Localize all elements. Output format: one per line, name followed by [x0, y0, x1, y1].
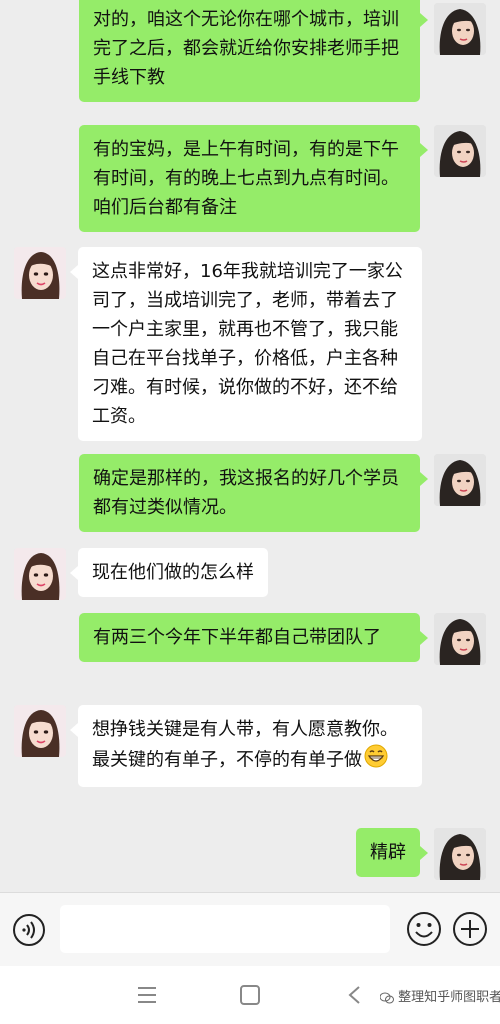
voice-button[interactable]: [12, 913, 46, 947]
avatar-woman-dark-hair-icon: [434, 828, 486, 880]
chat-area[interactable]: 对的，咱这个无论你在哪个城市，培训完了之后，都会就近给你安排老师手把手线下教 有…: [0, 0, 500, 892]
system-nav-bar: 整理知乎师图职者: [0, 966, 500, 1024]
avatar-self[interactable]: [434, 454, 486, 506]
message-bubble-self[interactable]: 有的宝妈，是上午有时间，有的是下午有时间，有的晚上七点到九点有时间。咱们后台都有…: [79, 125, 428, 232]
back-icon: [348, 986, 360, 1004]
menu-icon: [138, 987, 156, 1003]
plus-icon: [453, 912, 487, 946]
watermark-text: 整理知乎师图职者: [398, 990, 500, 1005]
voice-icon: [13, 914, 45, 946]
emoji-button[interactable]: [406, 911, 442, 947]
smiley-icon: [407, 912, 441, 946]
grin-emoji-icon: [364, 744, 388, 777]
message-bubble-other[interactable]: 这点非常好，16年我就培训完了一家公司了，当成培训完了，老师，带着去了一个户主家…: [70, 247, 422, 441]
recents-button[interactable]: [134, 984, 160, 1006]
back-button[interactable]: [344, 984, 364, 1006]
avatar-girl-icon: [14, 247, 66, 299]
avatar-girl-icon: [14, 705, 66, 757]
message-bubble-other[interactable]: 想挣钱关键是有人带，有人愿意教你。最关键的有单子，不停的有单子做: [70, 705, 422, 787]
message-text: 确定是那样的，我这报名的好几个学员都有过类似情况。: [93, 468, 399, 518]
home-icon: [240, 985, 260, 1005]
message-bubble-other[interactable]: 现在他们做的怎么样: [70, 548, 268, 597]
wechat-logo-icon: [379, 992, 394, 1003]
more-button[interactable]: [452, 911, 488, 947]
message-text: 想挣钱关键是有人带，有人愿意教你。最关键的有单子，不停的有单子做: [92, 719, 398, 771]
avatar-girl-icon: [14, 548, 66, 600]
avatar-woman-dark-hair-icon: [434, 125, 486, 177]
message-text: 现在他们做的怎么样: [92, 562, 254, 583]
avatar-self[interactable]: [434, 3, 486, 55]
home-button[interactable]: [238, 983, 262, 1007]
avatar-contact[interactable]: [14, 705, 66, 757]
message-text: 有两三个今年下半年都自己带团队了: [93, 627, 381, 648]
avatar-woman-dark-hair-icon: [434, 454, 486, 506]
watermark: 整理知乎师图职者: [379, 986, 500, 1005]
avatar-contact[interactable]: [14, 548, 66, 600]
message-text: 这点非常好，16年我就培训完了一家公司了，当成培训完了，老师，带着去了一个户主家…: [92, 261, 403, 427]
avatar-self[interactable]: [434, 125, 486, 177]
message-input[interactable]: [60, 905, 390, 953]
avatar-contact[interactable]: [14, 247, 66, 299]
message-text: 有的宝妈，是上午有时间，有的是下午有时间，有的晚上七点到九点有时间。咱们后台都有…: [93, 139, 399, 218]
avatar-woman-dark-hair-icon: [434, 3, 486, 55]
message-text: 精辟: [370, 842, 406, 863]
input-bar: [0, 892, 500, 967]
message-bubble-self[interactable]: 精辟: [356, 828, 428, 877]
message-bubble-self[interactable]: 确定是那样的，我这报名的好几个学员都有过类似情况。: [79, 454, 428, 532]
message-text: 对的，咱这个无论你在哪个城市，培训完了之后，都会就近给你安排老师手把手线下教: [93, 9, 399, 88]
avatar-woman-dark-hair-icon: [434, 613, 486, 665]
message-bubble-self[interactable]: 对的，咱这个无论你在哪个城市，培训完了之后，都会就近给你安排老师手把手线下教: [79, 0, 428, 102]
message-bubble-self[interactable]: 有两三个今年下半年都自己带团队了: [79, 613, 428, 662]
avatar-self[interactable]: [434, 828, 486, 880]
avatar-self[interactable]: [434, 613, 486, 665]
